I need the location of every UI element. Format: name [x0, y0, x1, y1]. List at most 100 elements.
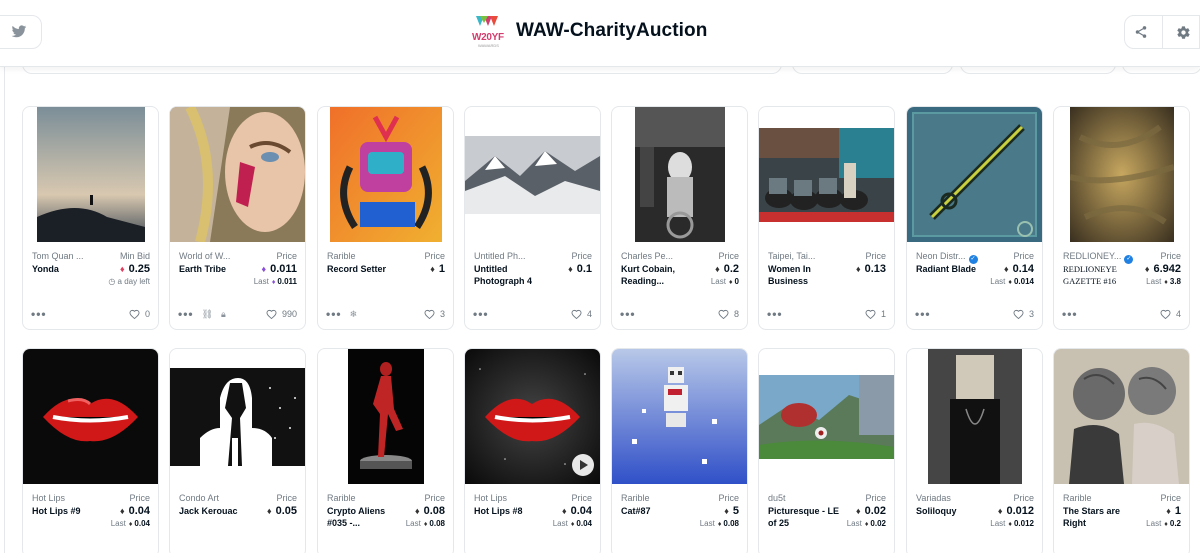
asset-card[interactable]: Untitled Ph... Untitled Photograph 4 Pri… — [464, 106, 601, 330]
asset-title[interactable]: Kurt Cobain, Reading... — [621, 263, 693, 287]
more-options-button[interactable]: ••• — [178, 308, 194, 320]
asset-card[interactable]: Tom Quan ... Yonda Min Bid ♦ 0.25 ◷ a day… — [22, 106, 159, 330]
asset-image[interactable] — [23, 107, 158, 242]
eth-icon: ♦ — [997, 506, 1003, 516]
more-options-button[interactable]: ••• — [767, 308, 783, 320]
asset-title[interactable]: Picturesque - LE of 25 — [768, 505, 840, 529]
asset-title[interactable]: Women In Business — [768, 263, 840, 287]
twitter-button[interactable] — [0, 15, 42, 49]
more-options-button[interactable]: ••• — [1062, 308, 1078, 320]
asset-image[interactable] — [759, 349, 894, 484]
asset-title[interactable]: Hot Lips #8 — [474, 505, 546, 517]
asset-card[interactable]: Charles Pe... Kurt Cobain, Reading... Pr… — [611, 106, 748, 330]
like-button[interactable]: 4 — [1160, 309, 1181, 319]
asset-image[interactable] — [170, 107, 305, 242]
asset-card[interactable]: Condo Art Jack Kerouac Price ♦ 0.05 — [169, 348, 306, 553]
more-options-button[interactable]: ••• — [326, 308, 342, 320]
eth-icon: ♦ — [724, 506, 729, 516]
collection-name[interactable]: Hot Lips — [32, 493, 112, 503]
asset-title[interactable]: Untitled Photograph 4 — [474, 263, 546, 287]
collection-name[interactable]: Rarible — [327, 493, 407, 503]
asset-card[interactable]: REDLIONEY... ✓ REDLIONEYE GAZETTE #16 Pri… — [1053, 106, 1190, 330]
last-price: Last ♦ 0.02 — [846, 519, 886, 528]
like-button[interactable]: 1 — [865, 309, 886, 319]
asset-image[interactable] — [612, 107, 747, 242]
share-icon — [1135, 26, 1146, 38]
asset-card[interactable]: Hot Lips Hot Lips #8 Price ♦ 0.04 Last ♦ 0.… — [464, 348, 601, 553]
asset-image[interactable] — [465, 349, 600, 484]
asset-card[interactable]: Rarible Cat#87 Price ♦ 5 Last ♦ 0.08 — [611, 348, 748, 553]
asset-title[interactable]: Cat#87 — [621, 505, 693, 517]
heart-icon — [424, 309, 435, 319]
asset-title[interactable]: Soliloquy — [916, 505, 988, 517]
asset-title[interactable]: REDLIONEYE GAZETTE #16 — [1063, 263, 1135, 287]
asset-card[interactable]: Rarible Record Setter Price ♦ 1 ••• ❄ 3 — [317, 106, 454, 330]
asset-image[interactable] — [1054, 107, 1189, 242]
asset-title[interactable]: Earth Tribe — [179, 263, 251, 275]
collection-name[interactable]: Rarible — [327, 251, 407, 261]
asset-title[interactable]: Hot Lips #9 — [32, 505, 104, 517]
last-price: Last ♦ 0.014 — [990, 277, 1034, 286]
asset-card[interactable]: Rarible Crypto Aliens #035 -... Price ♦ 0… — [317, 348, 454, 553]
asset-card[interactable]: World of W... Earth Tribe Price ♦ 0.011 L… — [169, 106, 306, 330]
collection-name[interactable]: Untitled Ph... — [474, 251, 554, 261]
asset-image[interactable] — [318, 349, 453, 484]
settings-button[interactable] — [1169, 25, 1199, 40]
like-button[interactable]: 990 — [266, 309, 297, 319]
price-label: Price — [571, 251, 592, 261]
snowflake-icon: ❄ — [349, 308, 358, 319]
collection-name[interactable]: Rarible — [621, 493, 701, 503]
asset-image[interactable] — [759, 107, 894, 242]
more-options-button[interactable]: ••• — [620, 308, 636, 320]
asset-card[interactable]: Rarible The Stars are Right Price ♦ 1 Las… — [1053, 348, 1190, 553]
asset-image[interactable] — [318, 107, 453, 242]
asset-image[interactable] — [907, 349, 1042, 484]
share-button[interactable] — [1126, 25, 1156, 39]
asset-title[interactable]: Radiant Blade — [916, 263, 988, 275]
collection-name[interactable]: World of W... — [179, 251, 259, 261]
like-button[interactable]: 4 — [571, 309, 592, 319]
collection-name[interactable]: Rarible — [1063, 493, 1143, 503]
asset-title[interactable]: The Stars are Right — [1063, 505, 1135, 529]
collection-name[interactable]: Taipei, Tai... — [768, 251, 848, 261]
like-button[interactable]: 3 — [424, 309, 445, 319]
asset-image[interactable] — [612, 349, 747, 484]
more-options-button[interactable]: ••• — [31, 308, 47, 320]
asset-title[interactable]: Crypto Aliens #035 -... — [327, 505, 399, 529]
asset-card[interactable]: Hot Lips Hot Lips #9 Price ♦ 0.04 Last ♦ 0.… — [22, 348, 159, 553]
brand: W20YF WAWARDS WAW-CharityAuction — [470, 14, 707, 48]
asset-image[interactable] — [1054, 349, 1189, 484]
asset-image[interactable] — [23, 349, 158, 484]
collection-name[interactable]: Hot Lips — [474, 493, 554, 503]
asset-image[interactable] — [465, 107, 600, 242]
asset-title[interactable]: Yonda — [32, 263, 104, 275]
play-button[interactable] — [572, 454, 594, 476]
link-icon: ⛓ — [201, 308, 214, 319]
asset-card[interactable]: du5t Picturesque - LE of 25 Price ♦ 0.02 … — [758, 348, 895, 553]
price-value: ♦ 1 — [1166, 505, 1181, 517]
collection-name[interactable]: Condo Art — [179, 493, 259, 503]
collection-name[interactable]: Charles Pe... — [621, 251, 701, 261]
like-button[interactable]: 8 — [718, 309, 739, 319]
asset-card[interactable]: Variadas Soliloquy Price ♦ 0.012 Last ♦ 0.0… — [906, 348, 1043, 553]
collection-name[interactable]: du5t — [768, 493, 848, 503]
last-price: Last ♦ 0.04 — [552, 519, 592, 528]
asset-title[interactable]: Record Setter — [327, 263, 399, 275]
asset-title[interactable]: Jack Kerouac — [179, 505, 251, 517]
price-label: Price — [718, 251, 739, 261]
more-options-button[interactable]: ••• — [915, 308, 931, 320]
asset-card[interactable]: Taipei, Tai... Women In Business Price ♦… — [758, 106, 895, 330]
last-price: Last ♦ 3.8 — [1146, 277, 1181, 286]
like-button[interactable]: 0 — [129, 309, 150, 319]
asset-image[interactable] — [170, 349, 305, 484]
price-value: ♦ 0.012 — [997, 505, 1034, 517]
more-options-button[interactable]: ••• — [473, 308, 489, 320]
asset-image[interactable] — [907, 107, 1042, 242]
eth-icon: ♦ — [266, 506, 272, 516]
asset-card[interactable]: Neon Distr... ✓ Radiant Blade Price ♦ 0.14… — [906, 106, 1043, 330]
like-count: 4 — [586, 309, 592, 319]
collection-name[interactable]: Tom Quan ... — [32, 251, 112, 261]
like-button[interactable]: 3 — [1013, 309, 1034, 319]
eth-icon: ♦ — [855, 506, 861, 516]
collection-name[interactable]: Variadas — [916, 493, 996, 503]
